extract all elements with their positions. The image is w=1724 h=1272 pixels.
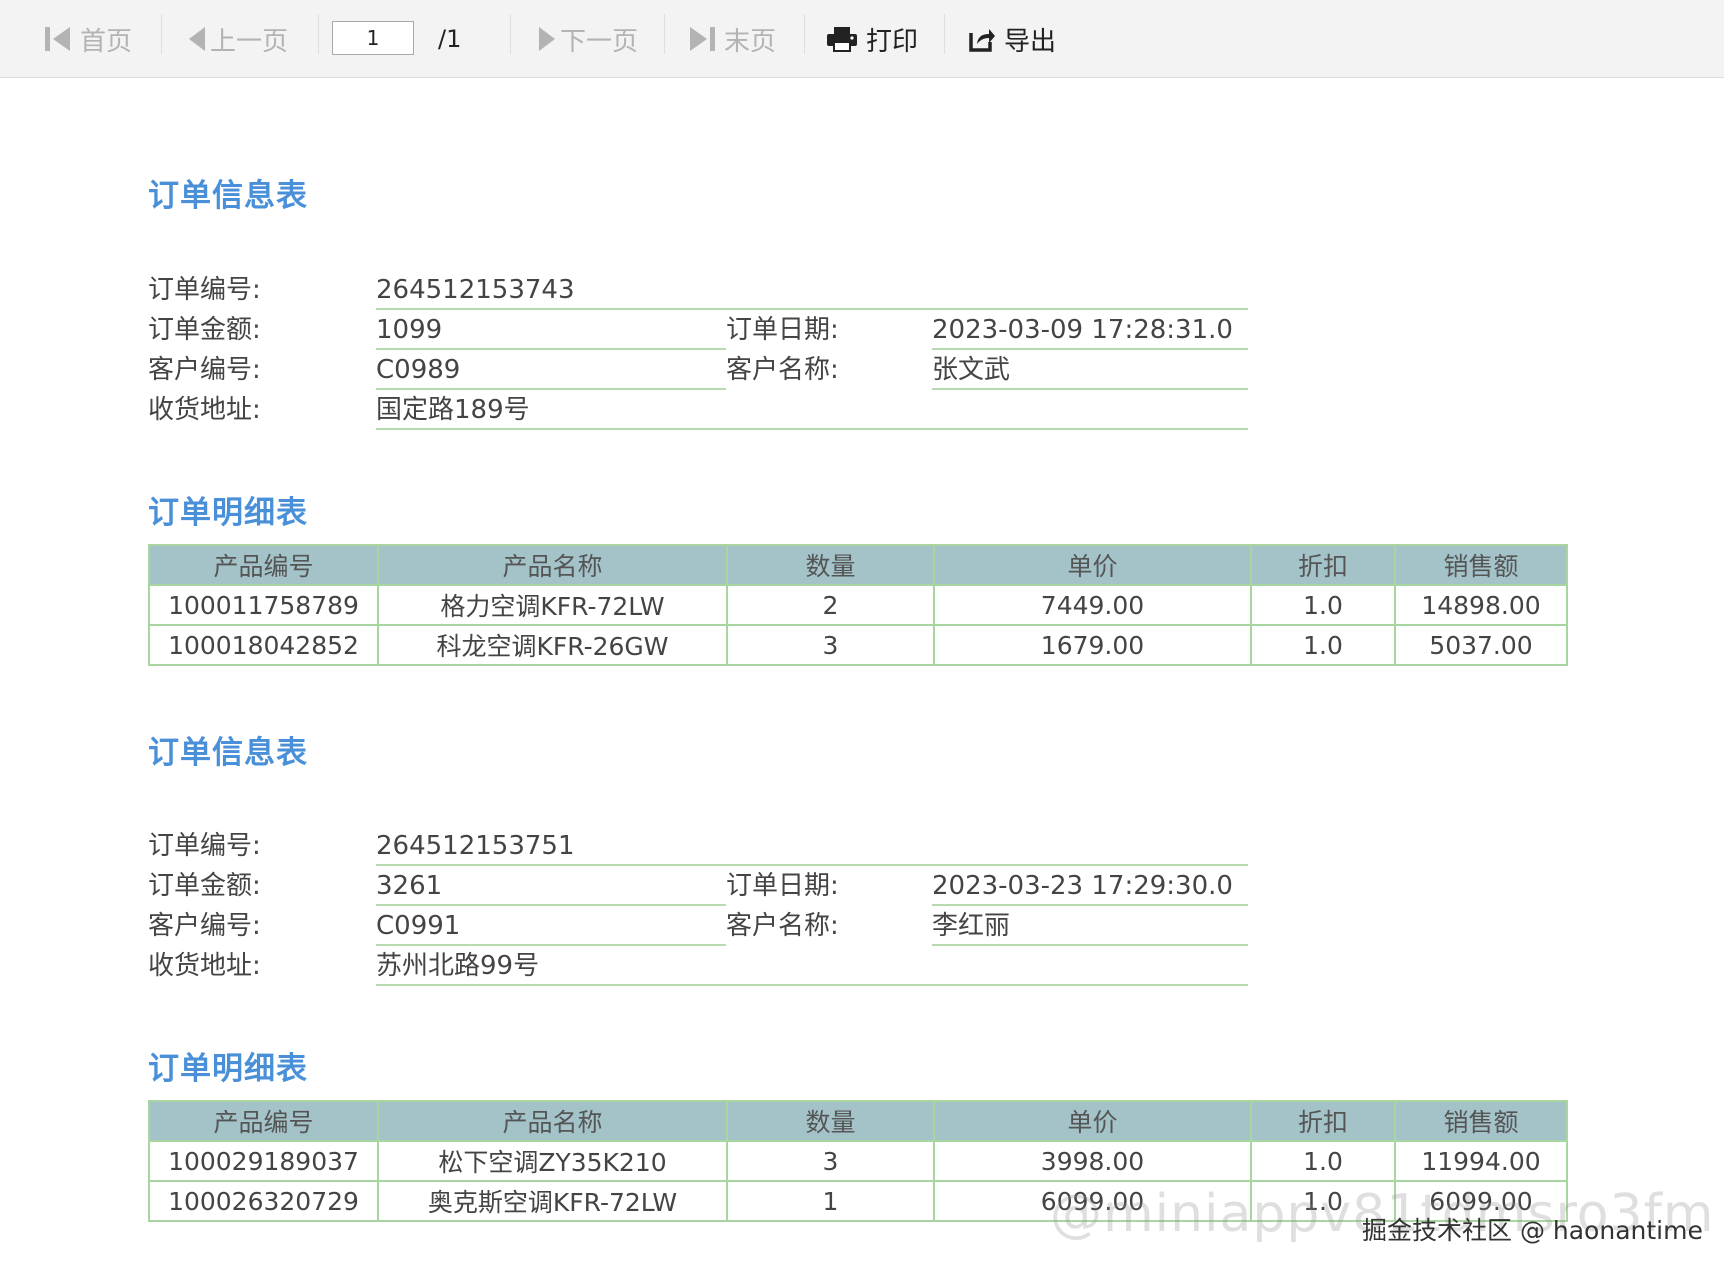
order-info-title: 订单信息表 xyxy=(148,735,308,771)
table-cell: 奥克斯空调KFR-72LW xyxy=(377,1180,728,1222)
column-header: 单价 xyxy=(933,1100,1252,1142)
column-header: 销售额 xyxy=(1394,544,1568,586)
next-page-label: 下一页 xyxy=(560,26,639,57)
last-page-icon xyxy=(688,25,716,53)
column-header: 产品名称 xyxy=(377,544,728,586)
address-label: 收货地址: xyxy=(148,951,261,981)
table-cell: 100018042852 xyxy=(148,624,379,666)
order-no-label: 订单编号: xyxy=(148,275,261,305)
table-cell: 1679.00 xyxy=(933,624,1252,666)
next-page-icon xyxy=(538,25,556,53)
address-label: 收货地址: xyxy=(148,395,261,425)
table-cell: 格力空调KFR-72LW xyxy=(377,584,728,626)
next-page-button[interactable]: 下一页 xyxy=(538,0,638,78)
address-value: 苏州北路99号 xyxy=(376,946,1248,986)
table-cell: 100029189037 xyxy=(148,1140,379,1182)
customer-name-label: 客户名称: xyxy=(726,911,839,941)
watermark-caption: 掘金技术社区 @ haonantime xyxy=(1362,1216,1703,1245)
page-total: /1 xyxy=(438,25,462,53)
print-label: 打印 xyxy=(866,26,919,57)
order-detail-title: 订单明细表 xyxy=(148,1051,308,1087)
table-header-row: 产品编号 产品名称 数量 单价 折扣 销售额 xyxy=(148,1100,1568,1142)
order-detail-title: 订单明细表 xyxy=(148,495,308,531)
column-header: 折扣 xyxy=(1250,1100,1396,1142)
last-page-button[interactable]: 末页 xyxy=(688,0,776,78)
table-cell: 100011758789 xyxy=(148,584,379,626)
prev-page-label: 上一页 xyxy=(210,26,289,57)
toolbar-divider xyxy=(510,14,511,54)
column-header: 数量 xyxy=(726,544,935,586)
table-row: 100011758789 格力空调KFR-72LW 2 7449.00 1.0 … xyxy=(148,584,1568,626)
customer-no-value: C0989 xyxy=(376,350,726,390)
order-amount-label: 订单金额: xyxy=(148,871,261,901)
first-page-button[interactable]: 首页 xyxy=(44,0,132,78)
table-cell: 3 xyxy=(726,1140,935,1182)
table-cell: 1.0 xyxy=(1250,624,1396,666)
table-cell: 1.0 xyxy=(1250,584,1396,626)
customer-name-value: 李红丽 xyxy=(932,906,1248,946)
toolbar-divider xyxy=(161,14,162,54)
table-cell: 3998.00 xyxy=(933,1140,1252,1182)
order-detail-table: 产品编号 产品名称 数量 单价 折扣 销售额 100011758789 格力空调… xyxy=(148,544,1568,666)
toolbar-divider xyxy=(804,14,805,54)
table-row: 100018042852 科龙空调KFR-26GW 3 1679.00 1.0 … xyxy=(148,624,1568,666)
export-button[interactable]: 导出 xyxy=(968,0,1056,78)
table-cell: 11994.00 xyxy=(1394,1140,1568,1182)
table-cell: 5037.00 xyxy=(1394,624,1568,666)
first-page-icon xyxy=(44,25,72,53)
report-toolbar: 首页 上一页 /1 下一页 末页 打印 xyxy=(0,0,1724,78)
export-icon xyxy=(968,25,996,53)
order-amount-label: 订单金额: xyxy=(148,315,261,345)
customer-no-label: 客户编号: xyxy=(148,355,261,385)
column-header: 产品名称 xyxy=(377,1100,728,1142)
last-page-label: 末页 xyxy=(724,26,777,57)
table-cell: 松下空调ZY35K210 xyxy=(377,1140,728,1182)
column-header: 产品编号 xyxy=(148,544,379,586)
order-amount-value: 1099 xyxy=(376,310,726,350)
address-value: 国定路189号 xyxy=(376,390,1248,430)
column-header: 产品编号 xyxy=(148,1100,379,1142)
table-cell: 100026320729 xyxy=(148,1180,379,1222)
table-header-row: 产品编号 产品名称 数量 单价 折扣 销售额 xyxy=(148,544,1568,586)
table-cell: 7449.00 xyxy=(933,584,1252,626)
printer-icon xyxy=(826,25,858,53)
column-header: 折扣 xyxy=(1250,544,1396,586)
customer-no-value: C0991 xyxy=(376,906,726,946)
table-cell: 14898.00 xyxy=(1394,584,1568,626)
toolbar-divider xyxy=(318,14,319,54)
customer-no-label: 客户编号: xyxy=(148,911,261,941)
table-row: 100029189037 松下空调ZY35K210 3 3998.00 1.0 … xyxy=(148,1140,1568,1182)
order-no-label: 订单编号: xyxy=(148,831,261,861)
table-cell: 2 xyxy=(726,584,935,626)
print-button[interactable]: 打印 xyxy=(826,0,918,78)
toolbar-divider xyxy=(664,14,665,54)
table-cell: 1 xyxy=(726,1180,935,1222)
table-cell: 科龙空调KFR-26GW xyxy=(377,624,728,666)
table-cell: 3 xyxy=(726,624,935,666)
column-header: 数量 xyxy=(726,1100,935,1142)
order-date-label: 订单日期: xyxy=(726,871,839,901)
order-date-value: 2023-03-09 17:28:31.0 xyxy=(932,310,1248,350)
first-page-label: 首页 xyxy=(80,26,133,57)
prev-page-icon xyxy=(188,25,206,53)
order-no-value: 264512153751 xyxy=(376,826,1248,866)
order-amount-value: 3261 xyxy=(376,866,726,906)
order-no-value: 264512153743 xyxy=(376,270,1248,310)
column-header: 销售额 xyxy=(1394,1100,1568,1142)
export-label: 导出 xyxy=(1004,26,1057,57)
order-info-title: 订单信息表 xyxy=(148,178,308,214)
prev-page-button[interactable]: 上一页 xyxy=(188,0,288,78)
customer-name-label: 客户名称: xyxy=(726,355,839,385)
customer-name-value: 张文武 xyxy=(932,350,1248,390)
order-date-value: 2023-03-23 17:29:30.0 xyxy=(932,866,1248,906)
page-number-input[interactable] xyxy=(332,21,414,55)
table-cell: 1.0 xyxy=(1250,1140,1396,1182)
column-header: 单价 xyxy=(933,544,1252,586)
toolbar-divider xyxy=(944,14,945,54)
order-date-label: 订单日期: xyxy=(726,315,839,345)
